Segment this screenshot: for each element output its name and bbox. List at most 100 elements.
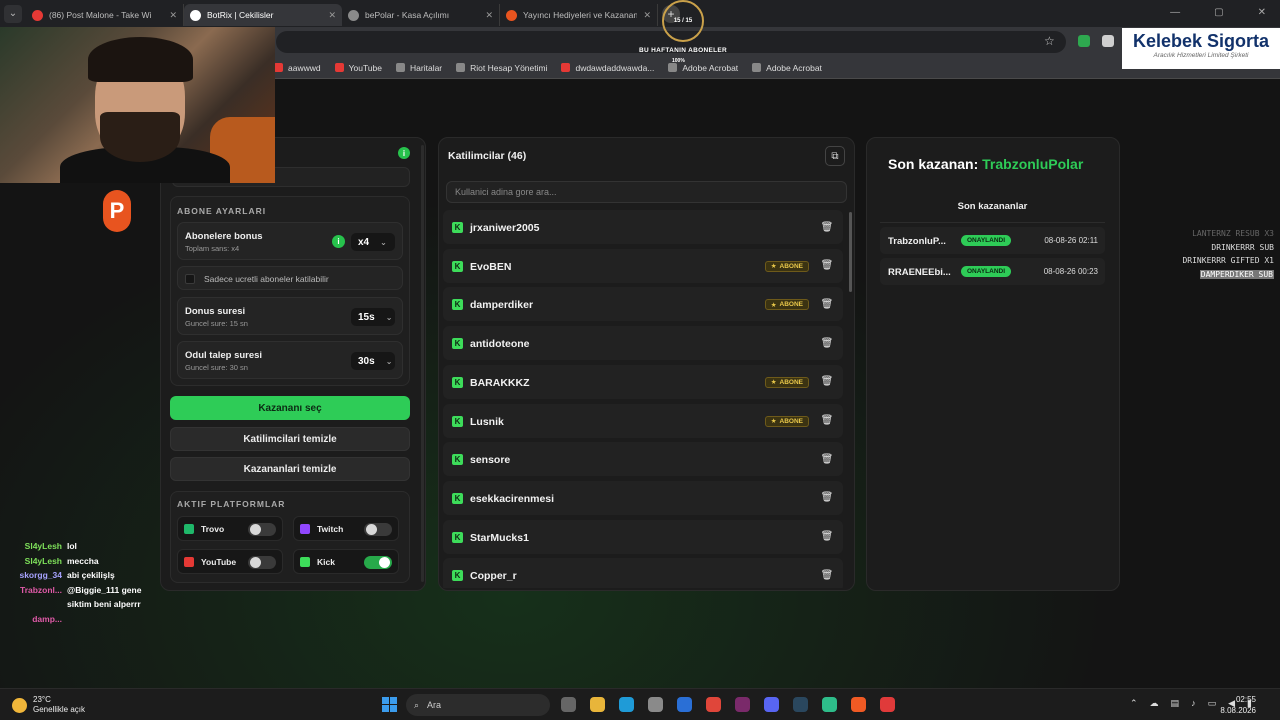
- status-badge: ONAYLANDI: [961, 266, 1012, 277]
- pick-winner-button[interactable]: Kazananı seç: [170, 396, 410, 420]
- spin-time-select[interactable]: 15s ⌄: [351, 308, 395, 326]
- browser-tab[interactable]: bePolar - Kasa Açılımı ✕: [342, 4, 500, 26]
- participant-scrollbar[interactable]: [849, 212, 852, 292]
- kick-icon: K: [452, 260, 463, 272]
- platform-toggle[interactable]: [364, 523, 392, 536]
- paid-only-label: Sadece ucretli aboneler katilabilir: [204, 274, 329, 284]
- close-tab-icon[interactable]: ✕: [485, 10, 493, 21]
- platform-toggle[interactable]: [364, 556, 392, 569]
- store-icon[interactable]: [648, 697, 663, 712]
- delete-icon[interactable]: 🗑: [819, 219, 835, 235]
- bookmark-item[interactable]: Adobe Acrobat: [752, 63, 822, 73]
- sub-bonus-info-icon[interactable]: i: [332, 235, 345, 248]
- platform-toggle[interactable]: [248, 556, 276, 569]
- extension-icon[interactable]: [1102, 35, 1114, 47]
- tab-favicon-icon: [190, 9, 201, 21]
- close-tab-icon[interactable]: ✕: [328, 10, 336, 21]
- claim-time-select[interactable]: 30s ⌄: [351, 352, 395, 370]
- event-text: LANTERNZ RESUB X3: [1192, 229, 1274, 238]
- tab-search-button[interactable]: ⌄: [4, 4, 22, 23]
- app-icon[interactable]: [822, 697, 837, 712]
- task-view-icon[interactable]: [561, 697, 576, 712]
- microphone-icon[interactable]: ♪: [1191, 698, 1196, 709]
- twitch-icon: [300, 524, 310, 534]
- tab-title: BotRix | Cekilisler: [207, 10, 274, 20]
- extensions: [1078, 35, 1114, 47]
- paid-only-checkbox[interactable]: [185, 274, 195, 284]
- minimize-icon[interactable]: —: [1170, 7, 1180, 18]
- platform-toggle[interactable]: [248, 523, 276, 536]
- delete-icon[interactable]: 🗑: [819, 335, 835, 351]
- toggle-knob: [366, 524, 377, 535]
- delete-icon[interactable]: 🗑: [819, 296, 835, 312]
- search-icon: ⌕: [414, 699, 420, 710]
- browser-tab[interactable]: Yayıncı Hediyeleri ve Kazananla ✕: [500, 4, 658, 26]
- browser-tab[interactable]: BotRix | Cekilisler ✕: [184, 4, 342, 26]
- recent-winners-title: Son kazananlar: [957, 201, 1028, 212]
- delete-icon[interactable]: 🗑: [819, 451, 835, 467]
- chrome-icon[interactable]: [706, 697, 721, 712]
- delete-icon[interactable]: 🗑: [819, 413, 835, 429]
- bookmark-item[interactable]: YouTube: [334, 63, 382, 73]
- bookmark-item[interactable]: Adobe Acrobat: [668, 63, 738, 73]
- participant-row: K EvoBEN ★ ABONE 🗑: [443, 248, 843, 283]
- weather-icon: [12, 697, 27, 713]
- close-tab-icon[interactable]: ✕: [643, 10, 651, 21]
- bookmark-item[interactable]: dwdawdaddwawda...: [561, 63, 654, 73]
- maximize-icon[interactable]: ▢: [1214, 7, 1223, 18]
- trovo-icon: [184, 524, 194, 534]
- cloud-icon[interactable]: ☁: [1150, 698, 1159, 709]
- close-icon[interactable]: ✕: [1258, 7, 1266, 18]
- bookmark-item[interactable]: Haritalar: [396, 63, 442, 73]
- sub-bonus-select[interactable]: x4 ⌄: [351, 233, 395, 251]
- taskbar: 23°C Genellikle açık ⌕ Ara ⌃ ☁ ▤ ♪ ▭ ◀ ▮ …: [0, 688, 1280, 720]
- chevron-up-icon[interactable]: ⌃: [1130, 698, 1138, 709]
- participant-search-input[interactable]: [446, 181, 847, 203]
- kick-icon: K: [452, 415, 463, 427]
- chat-message: skorgg_34 abi çekilişlş: [4, 568, 164, 583]
- event-item: LANTERNZ RESUB X3: [1182, 227, 1274, 241]
- mail-icon[interactable]: [677, 697, 692, 712]
- weather-widget[interactable]: 23°C Genellikle açık: [12, 695, 85, 715]
- app-icon[interactable]: [880, 697, 895, 712]
- bookmark-item[interactable]: Riot Hesap Yönetimi: [456, 63, 547, 73]
- delete-icon[interactable]: 🗑: [819, 567, 835, 583]
- brave-icon[interactable]: [851, 697, 866, 712]
- platform-label: YouTube: [201, 557, 237, 567]
- bookmark-icon: [396, 63, 406, 72]
- app-icon[interactable]: [735, 697, 750, 712]
- steam-icon[interactable]: [793, 697, 808, 712]
- chevron-down-icon: ⌄: [385, 356, 393, 366]
- shield-extension-icon[interactable]: [1078, 35, 1090, 47]
- delete-icon[interactable]: 🗑: [819, 529, 835, 545]
- windows-start-icon[interactable]: [382, 697, 397, 712]
- paid-only-row[interactable]: Sadece ucretli aboneler katilabilir: [177, 266, 403, 290]
- sub-goal-counter: 15 / 15: [673, 18, 693, 24]
- network-icon[interactable]: ▤: [1171, 698, 1180, 709]
- file-explorer-icon[interactable]: [590, 697, 605, 712]
- bookmark-icon: [334, 63, 344, 72]
- subscriber-badge-label: ABONE: [779, 378, 803, 386]
- settings-scrollbar[interactable]: [421, 145, 424, 582]
- taskbar-search[interactable]: ⌕ Ara: [406, 694, 550, 716]
- delete-icon[interactable]: 🗑: [819, 374, 835, 390]
- copy-icon[interactable]: ⧉: [825, 146, 845, 166]
- edge-icon[interactable]: [619, 697, 634, 712]
- delete-icon[interactable]: 🗑: [819, 490, 835, 506]
- kick-icon: K: [452, 531, 463, 543]
- browser-tab[interactable]: (86) Post Malone - Take Wi ✕: [26, 4, 184, 26]
- claim-time-value: 30s: [358, 355, 375, 367]
- bookmark-star-icon[interactable]: ☆: [1044, 34, 1055, 48]
- bookmark-label: aawwwd: [288, 62, 321, 73]
- info-icon[interactable]: i: [398, 147, 410, 159]
- display-icon[interactable]: ▭: [1208, 698, 1217, 709]
- platform-label: Kick: [317, 557, 335, 567]
- spin-time-value: 15s: [358, 311, 375, 323]
- clock[interactable]: 02:55 8.08.2026: [1220, 694, 1256, 716]
- discord-icon[interactable]: [764, 697, 779, 712]
- delete-icon[interactable]: 🗑: [819, 258, 835, 274]
- bookmark-item[interactable]: aawwwd: [274, 63, 321, 73]
- close-tab-icon[interactable]: ✕: [169, 10, 177, 21]
- clear-participants-button[interactable]: Katilimcilari temizle: [170, 427, 410, 451]
- clear-winners-button[interactable]: Kazananlari temizle: [170, 457, 410, 481]
